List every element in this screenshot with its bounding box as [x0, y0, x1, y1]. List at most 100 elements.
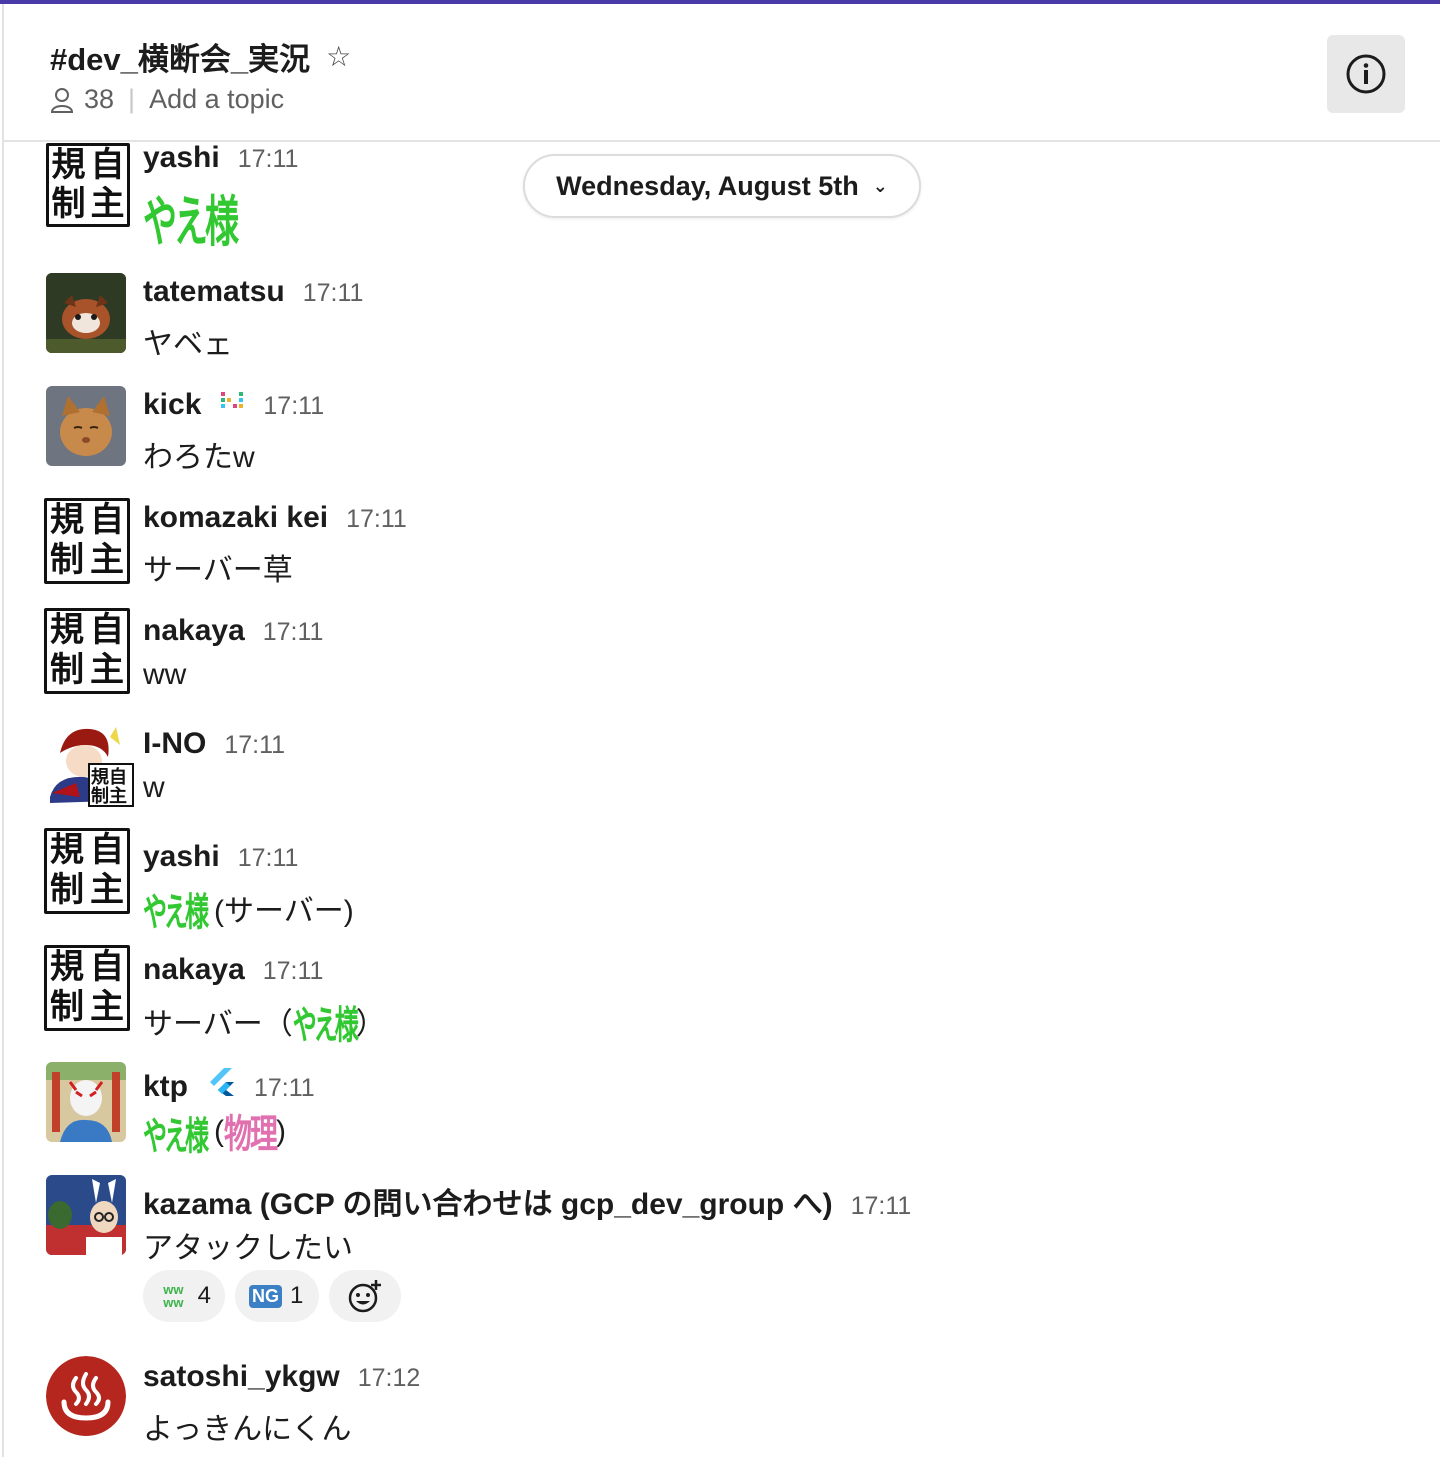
avatar[interactable]: 規自 制主 — [46, 723, 134, 807]
message-header: nakaya 17:11 — [143, 953, 323, 987]
yae-emoji[interactable]: やえ様 — [143, 1104, 209, 1160]
timestamp[interactable]: 17:11 — [263, 618, 324, 647]
message-header: yashi 17:11 — [143, 840, 298, 874]
message-text: やえ様 ( 物理 ) — [143, 1112, 287, 1158]
avatar-kanji-glyph: 自 — [90, 500, 124, 540]
timestamp[interactable]: 17:12 — [358, 1364, 421, 1393]
timestamp[interactable]: 17:11 — [346, 505, 407, 534]
avatar[interactable] — [46, 273, 126, 353]
timestamp[interactable]: 17:11 — [224, 731, 285, 760]
ng-emoji-icon: NG — [249, 1284, 282, 1308]
message-text-part: サーバー（ — [143, 1008, 293, 1041]
add-topic-link[interactable]: Add a topic — [149, 84, 284, 115]
channel-name[interactable]: #dev_横断会_実況 — [50, 34, 310, 79]
avatar[interactable] — [46, 1356, 126, 1436]
star-icon[interactable]: ☆ — [326, 40, 351, 73]
date-divider-button[interactable]: Wednesday, August 5th ⌄ — [523, 154, 921, 218]
cat-icon — [46, 386, 126, 466]
info-icon — [1346, 54, 1386, 94]
svg-text:制主: 制主 — [91, 785, 127, 807]
username[interactable]: satoshi_ykgw — [143, 1360, 340, 1394]
avatar[interactable]: 規自制主 — [44, 608, 130, 694]
avatar-kanji-glyph: 主 — [90, 987, 124, 1027]
message-text: ww — [143, 658, 187, 691]
message-text: w — [143, 771, 165, 804]
reaction-count: 4 — [197, 1282, 211, 1309]
message-header: satoshi_ykgw 17:12 — [143, 1360, 420, 1394]
username[interactable]: kazama (GCP の問い合わせは gcp_dev_group へ) — [143, 1179, 833, 1223]
add-reaction-button[interactable] — [329, 1270, 401, 1322]
avatar[interactable] — [46, 386, 126, 466]
anime-character-icon: 規自 制主 — [46, 723, 134, 807]
person-icon[interactable] — [50, 87, 74, 113]
avatar-kanji-glyph: 制 — [50, 540, 84, 580]
butsuri-emoji[interactable]: 物理 — [224, 1104, 278, 1160]
timestamp[interactable]: 17:11 — [851, 1192, 912, 1221]
message-text-part: ) — [276, 1115, 287, 1148]
avatar-kanji-glyph: 制 — [50, 870, 84, 910]
username[interactable]: yashi — [143, 840, 220, 874]
flutter-icon[interactable] — [206, 1066, 236, 1096]
channel-details-button[interactable] — [1327, 35, 1405, 113]
avatar-kanji-glyph: 主 — [90, 870, 124, 910]
message-header: nakaya 17:11 — [143, 614, 323, 648]
message-header: tatematsu 17:11 — [143, 275, 363, 309]
status-badge-icon[interactable] — [219, 390, 245, 414]
channel-header: #dev_横断会_実況 ☆ 38 | Add a topic — [4, 4, 1440, 142]
timestamp[interactable]: 17:11 — [303, 279, 364, 308]
message-text-part: (サーバー) — [214, 895, 354, 928]
timestamp[interactable]: 17:11 — [254, 1074, 315, 1103]
avatar[interactable]: 規自制主 — [44, 945, 130, 1031]
username[interactable]: kick — [143, 388, 201, 422]
reactions-bar: ww ww 4 NG 1 — [143, 1270, 401, 1322]
message-header: ktp 17:11 — [143, 1066, 315, 1104]
avatar-kanji-glyph: 規 — [50, 500, 84, 540]
username[interactable]: komazaki kei — [143, 501, 328, 535]
username[interactable]: I-NO — [143, 727, 206, 761]
bunny-ears-photo-icon — [46, 1175, 126, 1255]
avatar-kanji-glyph: 規 — [50, 610, 84, 650]
username[interactable]: nakaya — [143, 953, 245, 987]
reaction-ng[interactable]: NG 1 — [235, 1270, 319, 1322]
avatar[interactable] — [46, 1175, 126, 1255]
yae-emoji[interactable]: やえ様 — [293, 993, 359, 1049]
channel-meta: 38 | Add a topic — [50, 84, 284, 115]
message-text: サーバー草 — [143, 554, 293, 587]
message-text: やえ様 — [143, 191, 239, 255]
avatar[interactable]: 規自制主 — [44, 828, 130, 914]
avatar-kanji-glyph: 制 — [51, 184, 86, 224]
avatar[interactable]: 規自制主 — [46, 143, 130, 227]
avatar[interactable]: 規自制主 — [44, 498, 130, 584]
www-emoji-icon: ww ww — [163, 1282, 184, 1310]
avatar-kanji-glyph: 自 — [90, 145, 125, 185]
avatar-kanji-glyph: 主 — [90, 540, 124, 580]
member-count[interactable]: 38 — [84, 84, 114, 115]
timestamp[interactable]: 17:11 — [263, 957, 324, 986]
message-text: ヤベェ — [143, 328, 233, 361]
username[interactable]: nakaya — [143, 614, 245, 648]
avatar-kanji-glyph: 自 — [90, 947, 124, 987]
timestamp[interactable]: 17:11 — [238, 145, 299, 174]
timestamp[interactable]: 17:11 — [238, 844, 299, 873]
message-text: やえ様 (サーバー) — [143, 886, 354, 935]
message-text-part: ） — [355, 1008, 386, 1041]
message-text: サーバー（ やえ様 ） — [143, 999, 386, 1048]
meta-separator: | — [128, 84, 136, 114]
username[interactable]: tatematsu — [143, 275, 285, 309]
avatar-kanji-glyph: 自 — [90, 830, 124, 870]
reaction-www[interactable]: ww ww 4 — [143, 1270, 225, 1322]
avatar-kanji-glyph: 規 — [50, 830, 84, 870]
yae-emoji[interactable]: やえ様 — [143, 178, 239, 256]
avatar-kanji-glyph: 規 — [51, 145, 86, 185]
avatar[interactable] — [46, 1062, 126, 1142]
avatar-kanji-glyph: 主 — [90, 184, 125, 224]
username[interactable]: yashi — [143, 141, 220, 175]
yae-emoji[interactable]: やえ様 — [143, 880, 209, 936]
message-text-part: ( — [214, 1115, 224, 1148]
message-header: komazaki kei 17:11 — [143, 501, 407, 535]
red-panda-icon — [46, 273, 126, 353]
timestamp[interactable]: 17:11 — [263, 392, 324, 421]
channel-title[interactable]: #dev_横断会_実況 ☆ — [50, 34, 351, 79]
username[interactable]: ktp — [143, 1070, 188, 1104]
message-header: I-NO 17:11 — [143, 727, 285, 761]
